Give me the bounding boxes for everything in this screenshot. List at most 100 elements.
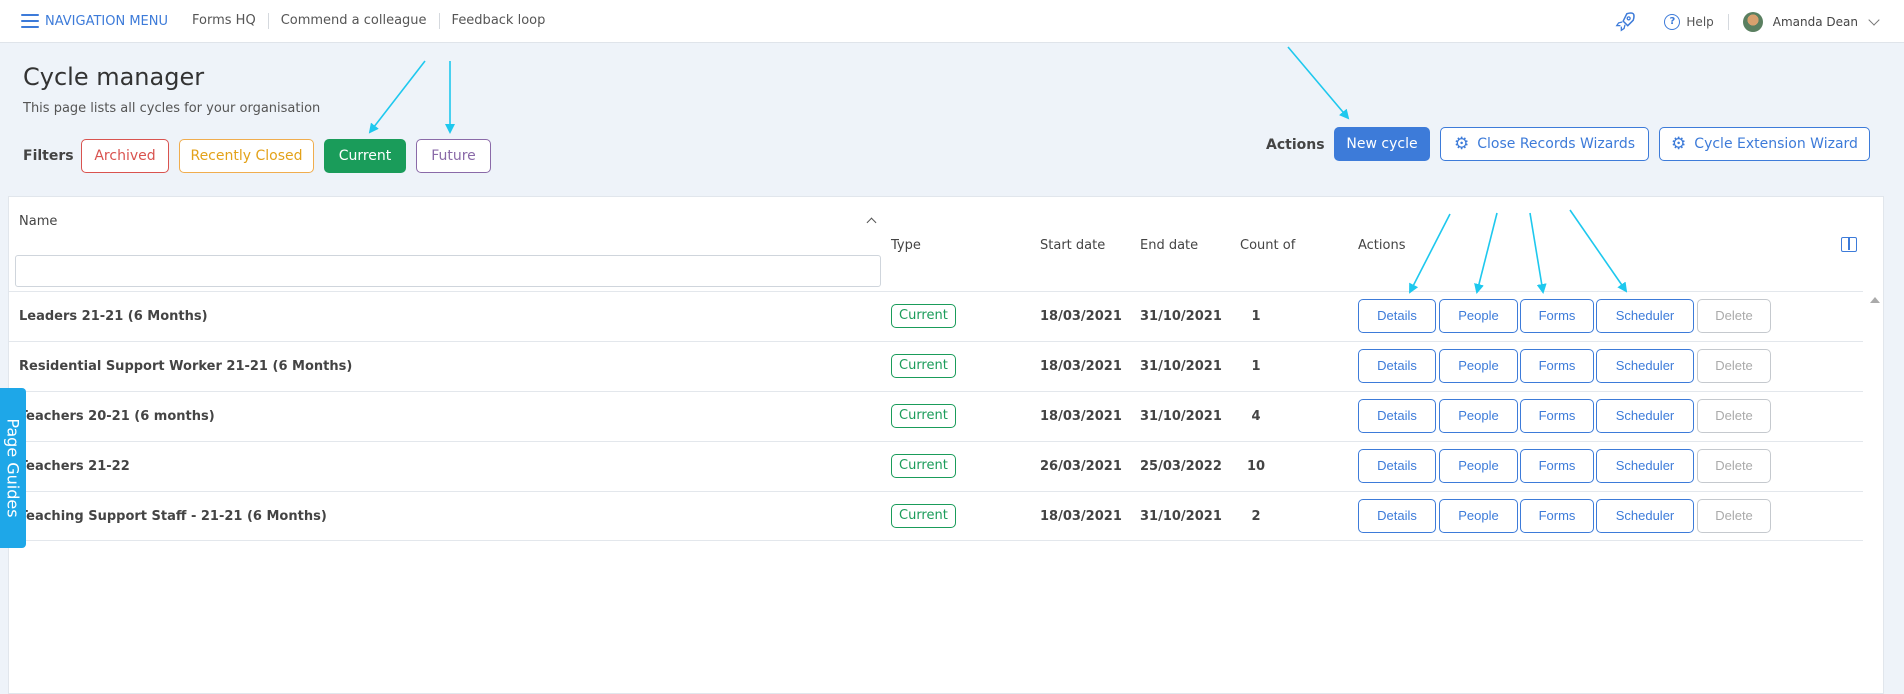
help-icon: ? [1664, 13, 1681, 30]
row-count: 10 [1246, 459, 1266, 474]
header-actions: Actions [1358, 238, 1406, 253]
page-guides-tab[interactable]: Page Guides [0, 388, 26, 548]
new-cycle-label: New cycle [1346, 136, 1418, 152]
hamburger-icon [21, 14, 39, 28]
people-button[interactable]: People [1439, 349, 1518, 383]
forms-button[interactable]: Forms [1520, 449, 1594, 483]
close-records-label: Close Records Wizards [1477, 136, 1635, 152]
cycle-extension-wizard-button[interactable]: ⚙ Cycle Extension Wizard [1659, 127, 1870, 161]
help-label: Help [1686, 14, 1714, 29]
people-button[interactable]: People [1439, 399, 1518, 433]
row-name: Leaders 21-21 (6 Months) [19, 309, 208, 324]
page-subtitle: This page lists all cycles for your orga… [23, 101, 321, 116]
navigation-menu-label: NAVIGATION MENU [45, 13, 169, 29]
table-row: Leaders 21-21 (6 Months) Current 18/03/2… [9, 291, 1863, 341]
table-row: Teachers 20-21 (6 months) Current 18/03/… [9, 391, 1863, 441]
details-button[interactable]: Details [1358, 449, 1436, 483]
scheduler-button[interactable]: Scheduler [1596, 399, 1694, 433]
name-filter-input[interactable] [15, 255, 881, 287]
people-button[interactable]: People [1439, 299, 1518, 333]
table-row: Residential Support Worker 21-21 (6 Mont… [9, 341, 1863, 391]
header-count[interactable]: Count of [1240, 238, 1295, 253]
filter-future-button[interactable]: Future [416, 139, 491, 173]
avatar[interactable] [1742, 11, 1763, 32]
row-start-date: 18/03/2021 [1040, 359, 1122, 374]
page-title: Cycle manager [23, 63, 205, 91]
table-row: Teachers 21-22 Current 26/03/2021 25/03/… [9, 441, 1863, 491]
table-row: Teaching Support Staff - 21-21 (6 Months… [9, 491, 1863, 541]
arrow-to-current-filter [368, 60, 426, 134]
type-badge: Current [891, 504, 956, 528]
header-type[interactable]: Type [891, 238, 921, 253]
type-badge: Current [891, 304, 956, 328]
forms-button[interactable]: Forms [1520, 399, 1594, 433]
people-button[interactable]: People [1439, 449, 1518, 483]
row-count: 1 [1251, 359, 1261, 374]
row-name: Residential Support Worker 21-21 (6 Mont… [19, 359, 353, 374]
new-cycle-button[interactable]: New cycle [1334, 127, 1430, 161]
type-badge: Current [891, 404, 956, 428]
delete-button[interactable]: Delete [1697, 349, 1771, 383]
gear-icon: ⚙ [1671, 133, 1687, 154]
row-count: 1 [1251, 309, 1261, 324]
row-start-date: 18/03/2021 [1040, 409, 1122, 424]
forms-button[interactable]: Forms [1520, 499, 1594, 533]
chevron-down-icon[interactable] [1868, 13, 1880, 26]
rocket-icon[interactable] [1614, 11, 1636, 33]
row-end-date: 25/03/2022 [1140, 459, 1222, 474]
forms-button[interactable]: Forms [1520, 349, 1594, 383]
row-end-date: 31/10/2021 [1140, 509, 1222, 524]
row-start-date: 18/03/2021 [1040, 309, 1122, 324]
row-name: Teaching Support Staff - 21-21 (6 Months… [19, 509, 327, 524]
scheduler-button[interactable]: Scheduler [1596, 449, 1694, 483]
people-button[interactable]: People [1439, 499, 1518, 533]
header-end-date[interactable]: End date [1140, 238, 1198, 253]
column-toggle-icon[interactable] [1841, 237, 1857, 252]
actions-label: Actions [1266, 137, 1325, 153]
row-name: Teachers 20-21 (6 months) [19, 409, 215, 424]
link-commend-colleague[interactable]: Commend a colleague [267, 13, 439, 29]
filters-label: Filters [23, 148, 74, 164]
user-name[interactable]: Amanda Dean [1773, 15, 1858, 29]
close-records-wizards-button[interactable]: ⚙ Close Records Wizards [1440, 127, 1649, 161]
arrow-to-new-cycle [1287, 46, 1350, 120]
filter-current-button[interactable]: Current [324, 139, 406, 173]
link-forms-hq[interactable]: Forms HQ [192, 13, 268, 29]
vertical-scrollbar[interactable] [1865, 293, 1883, 693]
row-name: Teachers 21-22 [19, 459, 130, 474]
type-badge: Current [891, 354, 956, 378]
top-navbar: NAVIGATION MENU Forms HQ Commend a colle… [0, 0, 1904, 43]
row-start-date: 18/03/2021 [1040, 509, 1122, 524]
page-guides-label: Page Guides [3, 418, 23, 518]
details-button[interactable]: Details [1358, 299, 1436, 333]
details-button[interactable]: Details [1358, 349, 1436, 383]
scheduler-button[interactable]: Scheduler [1596, 349, 1694, 383]
filter-archived-button[interactable]: Archived [81, 139, 169, 173]
row-end-date: 31/10/2021 [1140, 409, 1222, 424]
delete-button[interactable]: Delete [1697, 449, 1771, 483]
delete-button[interactable]: Delete [1697, 399, 1771, 433]
header-name[interactable]: Name [19, 214, 57, 229]
sort-ascending-icon[interactable] [866, 217, 877, 228]
help-link[interactable]: ? Help [1664, 13, 1729, 30]
row-end-date: 31/10/2021 [1140, 359, 1222, 374]
type-badge: Current [891, 454, 956, 478]
scheduler-button[interactable]: Scheduler [1596, 299, 1694, 333]
row-count: 4 [1251, 409, 1261, 424]
row-start-date: 26/03/2021 [1040, 459, 1122, 474]
details-button[interactable]: Details [1358, 499, 1436, 533]
delete-button[interactable]: Delete [1697, 499, 1771, 533]
details-button[interactable]: Details [1358, 399, 1436, 433]
row-end-date: 31/10/2021 [1140, 309, 1222, 324]
gear-icon: ⚙ [1454, 133, 1470, 154]
top-links: Forms HQ Commend a colleague Feedback lo… [192, 13, 557, 29]
delete-button[interactable]: Delete [1697, 299, 1771, 333]
row-count: 2 [1251, 509, 1261, 524]
scheduler-button[interactable]: Scheduler [1596, 499, 1694, 533]
filter-recently-closed-button[interactable]: Recently Closed [179, 139, 314, 173]
top-right-tools: ? Help Amanda Dean [1614, 0, 1880, 43]
forms-button[interactable]: Forms [1520, 299, 1594, 333]
header-start-date[interactable]: Start date [1040, 238, 1105, 253]
link-feedback-loop[interactable]: Feedback loop [438, 13, 558, 29]
navigation-menu-button[interactable]: NAVIGATION MENU [21, 14, 168, 29]
